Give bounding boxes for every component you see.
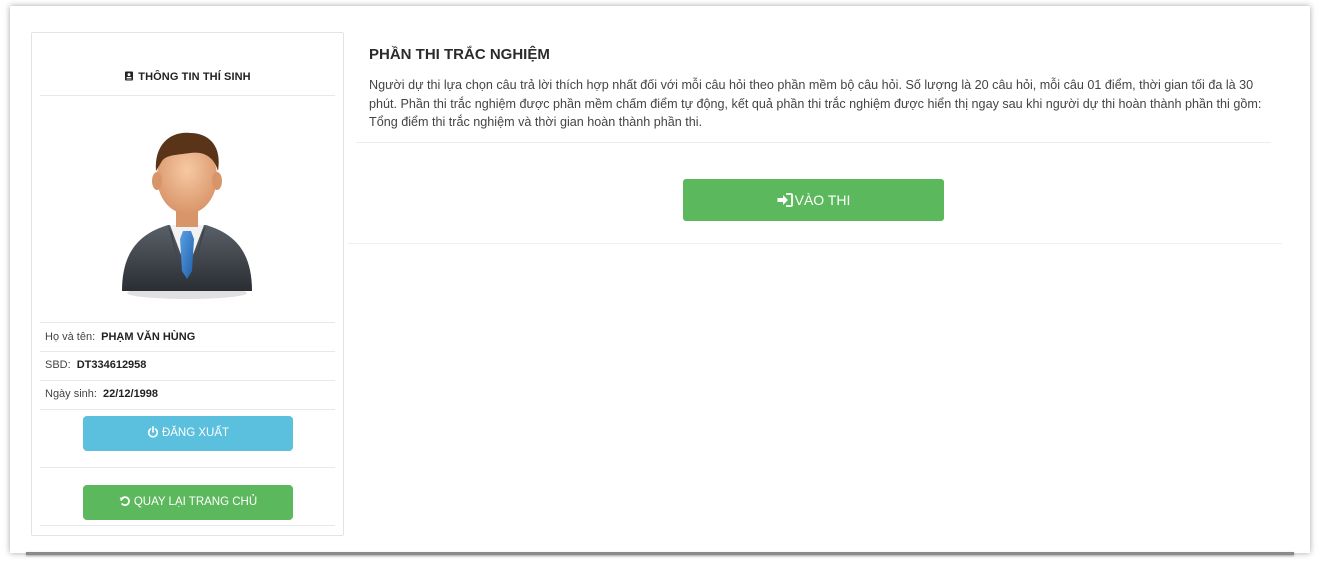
back-home-label: QUAY LẠI TRANG CHỦ	[133, 496, 258, 508]
refresh-back-icon	[119, 496, 130, 507]
divider	[40, 409, 335, 410]
card-title: THÔNG TIN THÍ SINH	[40, 71, 335, 83]
back-home-button[interactable]: QUAY LẠI TRANG CHỦ	[83, 485, 293, 520]
candidate-dob: 22/12/1998	[102, 388, 159, 400]
divider	[40, 351, 335, 352]
divider	[40, 525, 335, 526]
section-description: Người dự thi lựa chọn câu trả lời thích …	[369, 78, 1262, 129]
logout-button[interactable]: ĐĂNG XUẤT	[83, 416, 293, 451]
divider	[40, 380, 335, 381]
logout-label: ĐĂNG XUẤT	[161, 427, 230, 439]
power-icon	[147, 426, 158, 438]
start-exam-button[interactable]: VÀO THI	[683, 179, 944, 221]
field-label: SBD:	[45, 359, 71, 371]
divider	[348, 243, 1282, 244]
divider	[40, 467, 335, 468]
user-avatar-icon	[122, 132, 252, 299]
section-title: PHẦN THI TRẮC NGHIỆM	[369, 46, 550, 63]
info-row-dob: Ngày sinh: 22/12/1998	[45, 388, 158, 400]
footer-divider	[26, 552, 1294, 555]
field-label: Họ và tên:	[45, 331, 96, 343]
divider	[356, 142, 1271, 143]
info-row-sbd: SBD: DT334612958	[45, 359, 146, 371]
candidate-id: DT334612958	[76, 359, 147, 371]
field-label: Ngày sinh:	[45, 388, 97, 400]
divider	[40, 95, 335, 96]
info-row-name: Họ và tên: PHẠM VĂN HÙNG	[45, 331, 195, 343]
candidate-info-card: THÔNG TIN THÍ SINH Họ và tên: PHẠM VĂN H…	[31, 32, 344, 536]
card-title-text: THÔNG TIN THÍ SINH	[138, 71, 251, 83]
id-card-icon	[125, 71, 134, 81]
candidate-name: PHẠM VĂN HÙNG	[101, 331, 196, 343]
start-exam-label: VÀO THI	[794, 192, 851, 208]
divider	[40, 322, 335, 323]
sign-in-icon	[777, 193, 793, 207]
